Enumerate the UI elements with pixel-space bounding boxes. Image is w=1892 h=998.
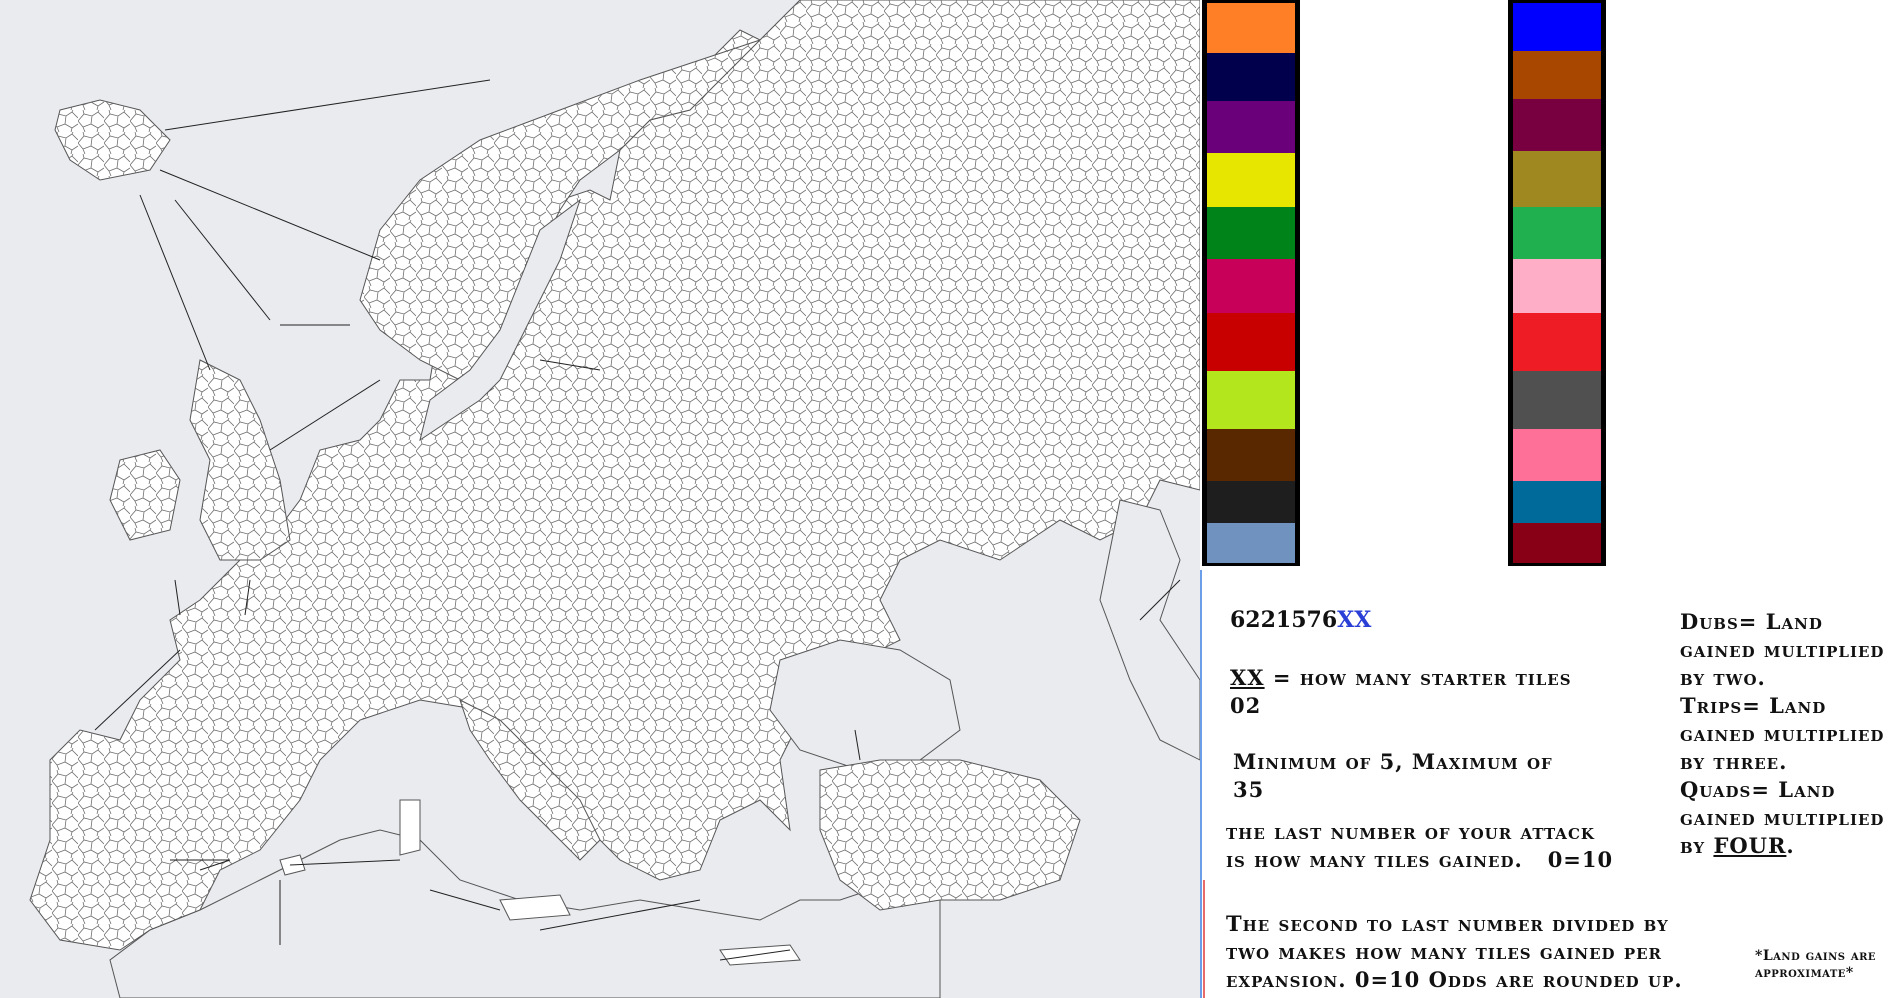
swatch[interactable]	[1207, 3, 1295, 53]
footnote-line1: *Land gains are	[1755, 948, 1877, 964]
starter-tiles-text: = how many starter tiles	[1272, 665, 1572, 690]
swatch[interactable]	[1207, 429, 1295, 481]
quads-line3-prefix: by	[1680, 833, 1706, 858]
last-number-line1: the last number of your attack	[1226, 819, 1595, 844]
dubs-line1: Dubs= Land	[1680, 609, 1823, 634]
footnote-line2: approximate*	[1755, 965, 1854, 981]
swatch[interactable]	[1513, 51, 1601, 99]
swatch[interactable]	[1207, 259, 1295, 313]
swatch[interactable]	[1513, 371, 1601, 429]
swatch[interactable]	[1513, 99, 1601, 151]
swatch[interactable]	[1513, 259, 1601, 313]
swatch[interactable]	[1513, 481, 1601, 523]
swatch[interactable]	[1207, 481, 1295, 523]
swatch[interactable]	[1513, 151, 1601, 207]
panel-divider-red	[1203, 880, 1205, 998]
second-last-line1: The second to last number divided by	[1226, 911, 1669, 936]
starter-tiles-key: XX	[1230, 665, 1265, 690]
swatch[interactable]	[1207, 53, 1295, 101]
swatch[interactable]	[1207, 101, 1295, 153]
starter-tiles-value: 02	[1230, 693, 1262, 718]
quads-line2: gained multiplied	[1680, 805, 1885, 830]
swatch[interactable]	[1513, 207, 1601, 259]
dubs-line2: gained multiplied	[1680, 637, 1885, 662]
landmass	[29, 0, 1200, 998]
swatch[interactable]	[1513, 3, 1601, 51]
last-number-line2: is how many tiles gained. 0=10	[1226, 847, 1614, 872]
trips-line3: by three.	[1680, 749, 1788, 774]
swatch[interactable]	[1207, 313, 1295, 371]
swatch[interactable]	[1207, 153, 1295, 207]
roll-code-suffix: XX	[1337, 607, 1372, 633]
roll-code-prefix: 6221576	[1230, 607, 1338, 633]
swatch[interactable]	[1513, 523, 1601, 563]
panel-divider	[1200, 570, 1202, 998]
swatch[interactable]	[1207, 371, 1295, 429]
europe-map-svg	[29, 0, 1200, 998]
second-last-line3: expansion. 0=10 Odds are rounded up.	[1226, 967, 1683, 992]
dubs-line3: by two.	[1680, 665, 1766, 690]
quads-line1: Quads= Land	[1680, 777, 1836, 802]
swatch[interactable]	[1513, 429, 1601, 481]
color-palette-right	[1508, 0, 1606, 566]
swatch[interactable]	[1207, 207, 1295, 259]
second-last-line2: two makes how many tiles gained per	[1226, 939, 1663, 964]
swatch[interactable]	[1207, 523, 1295, 563]
min-max-line1: Minimum of 5, Maximum of	[1233, 749, 1553, 774]
color-palette-left	[1202, 0, 1300, 566]
roll-code: 6221576XX	[1230, 606, 1371, 634]
starter-tiles-rule: XX = how many starter tiles	[1230, 664, 1572, 692]
quads-line3-emph: FOUR	[1713, 833, 1787, 858]
trips-line1: Trips= Land	[1680, 693, 1827, 718]
trips-line2: gained multiplied	[1680, 721, 1885, 746]
swatch[interactable]	[1513, 313, 1601, 371]
quads-line3: by FOUR.	[1680, 832, 1795, 860]
quads-line3-suffix: .	[1786, 833, 1795, 858]
europe-map[interactable]	[0, 0, 1200, 998]
min-max-line2: 35	[1233, 777, 1265, 802]
